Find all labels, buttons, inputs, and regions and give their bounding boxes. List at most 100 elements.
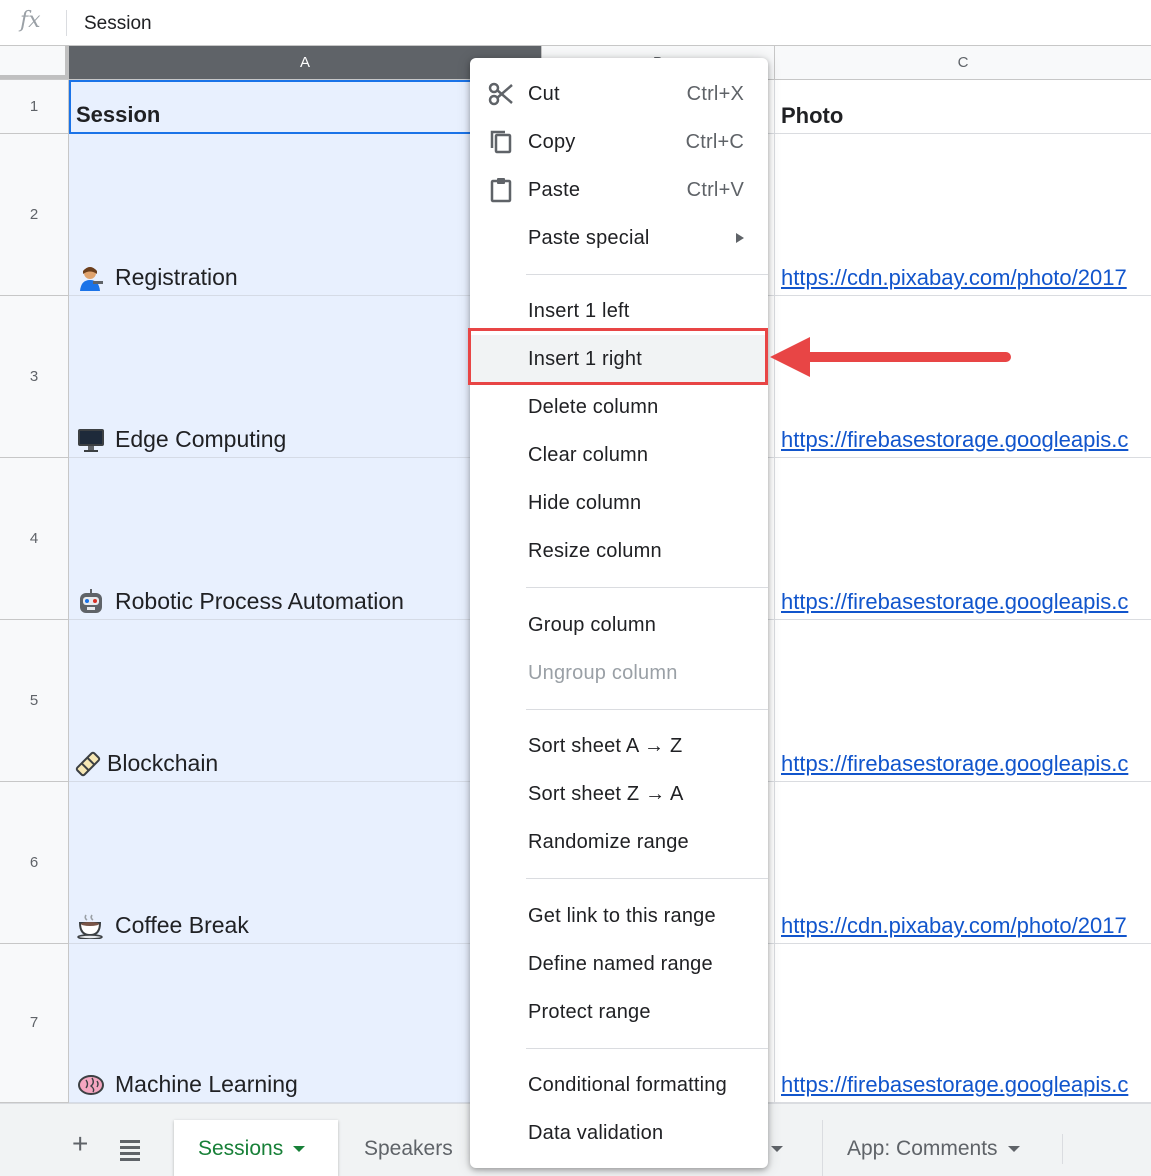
- sheet-tab-label: Speakers: [364, 1137, 453, 1160]
- menu-item-cut[interactable]: Cut Ctrl+X: [470, 70, 768, 118]
- menu-item-define-named-range[interactable]: Define named range: [470, 940, 768, 988]
- menu-item-label: Hide column: [528, 492, 642, 514]
- menu-item-label: Resize column: [528, 540, 662, 562]
- copy-icon: [488, 129, 514, 155]
- menu-divider: [526, 587, 768, 588]
- menu-item-label: Cut: [528, 83, 560, 105]
- cell-c6[interactable]: https://cdn.pixabay.com/photo/2017: [775, 782, 1151, 944]
- sheet-tab-app-comments[interactable]: App: Comments: [822, 1120, 1062, 1176]
- chain-icon: [75, 751, 101, 777]
- menu-item-resize-column[interactable]: Resize column: [470, 527, 768, 575]
- cell-c4[interactable]: https://firebasestorage.googleapis.c: [775, 458, 1151, 620]
- photo-link[interactable]: https://cdn.pixabay.com/photo/2017: [781, 913, 1127, 939]
- menu-item-label: Sort sheet Z → A: [528, 783, 684, 805]
- menu-divider: [526, 1048, 768, 1049]
- menu-item-label: Group column: [528, 614, 657, 636]
- menu-divider: [526, 709, 768, 710]
- select-all-corner[interactable]: [0, 46, 69, 79]
- menu-item-label: Protect range: [528, 1001, 651, 1023]
- row-header-3[interactable]: 3: [0, 296, 69, 458]
- sheet-tab-sessions[interactable]: Sessions: [174, 1120, 338, 1176]
- menu-item-hide-column[interactable]: Hide column: [470, 479, 768, 527]
- column-header-c[interactable]: C: [775, 46, 1151, 79]
- add-sheet-button[interactable]: +: [72, 1130, 88, 1158]
- menu-item-label: Randomize range: [528, 831, 689, 853]
- menu-item-label: Data validation: [528, 1122, 664, 1144]
- menu-item-label: Ungroup column: [528, 662, 678, 684]
- cell-c7[interactable]: https://firebasestorage.googleapis.c: [775, 944, 1151, 1103]
- row-header-6[interactable]: 6: [0, 782, 69, 944]
- photo-link[interactable]: https://firebasestorage.googleapis.c: [781, 751, 1128, 777]
- menu-item-randomize-range[interactable]: Randomize range: [470, 818, 768, 866]
- annotation-highlight-box: [468, 328, 768, 385]
- menu-item-label: Delete column: [528, 396, 659, 418]
- cell-text: Edge Computing: [115, 426, 287, 452]
- photo-link[interactable]: https://firebasestorage.googleapis.c: [781, 1072, 1128, 1098]
- menu-item-data-validation[interactable]: Data validation: [470, 1109, 768, 1157]
- menu-item-label: Copy: [528, 131, 576, 153]
- column-context-menu: Cut Ctrl+X Copy Ctrl+C Paste Ctrl+V Past…: [470, 58, 768, 1168]
- menu-item-shortcut: Ctrl+V: [686, 179, 744, 201]
- menu-item-label: Clear column: [528, 444, 649, 466]
- menu-item-shortcut: Ctrl+X: [686, 83, 744, 105]
- menu-item-protect-range[interactable]: Protect range: [470, 988, 768, 1036]
- annotation-arrow-icon: [770, 337, 1011, 377]
- cell-text: Machine Learning: [115, 1071, 298, 1097]
- brain-icon: [77, 1072, 107, 1098]
- menu-item-clear-column[interactable]: Clear column: [470, 431, 768, 479]
- menu-item-sort-a-z[interactable]: Sort sheet A → Z: [470, 722, 768, 770]
- fx-icon: fx: [20, 8, 41, 33]
- menu-item-label: Define named range: [528, 953, 713, 975]
- row-header-1[interactable]: 1: [0, 80, 69, 134]
- photo-link[interactable]: https://cdn.pixabay.com/photo/2017: [781, 265, 1127, 291]
- cell-text: Robotic Process Automation: [115, 588, 404, 614]
- chevron-down-icon: [1007, 1146, 1020, 1153]
- formula-bar: fx Session: [0, 0, 1151, 46]
- cell-c5[interactable]: https://firebasestorage.googleapis.c: [775, 620, 1151, 782]
- menu-item-label: Sort sheet A → Z: [528, 735, 683, 757]
- menu-item-ungroup-column: Ungroup column: [470, 649, 768, 697]
- formula-divider: [66, 10, 67, 36]
- cell-text: Session: [76, 102, 161, 127]
- menu-divider: [526, 274, 768, 275]
- chevron-down-icon: [770, 1146, 783, 1153]
- chevron-down-icon: [293, 1146, 306, 1153]
- submenu-arrow-icon: [736, 233, 744, 243]
- photo-link[interactable]: https://firebasestorage.googleapis.c: [781, 589, 1128, 615]
- tab-divider: [1062, 1134, 1063, 1164]
- cell-text: Photo: [781, 103, 844, 128]
- sheet-tab-label: App: Comments: [847, 1137, 998, 1160]
- cell-text: Coffee Break: [115, 912, 249, 938]
- clipboard-icon: [488, 177, 514, 203]
- cell-text: Registration: [115, 264, 238, 290]
- menu-item-sort-z-a[interactable]: Sort sheet Z → A: [470, 770, 768, 818]
- row-header-4[interactable]: 4: [0, 458, 69, 620]
- row-header-7[interactable]: 7: [0, 944, 69, 1103]
- menu-item-label: Get link to this range: [528, 905, 716, 927]
- menu-item-label: Conditional formatting: [528, 1074, 727, 1096]
- cell-c2[interactable]: https://cdn.pixabay.com/photo/2017: [775, 134, 1151, 296]
- all-sheets-icon[interactable]: [120, 1140, 140, 1164]
- menu-item-paste[interactable]: Paste Ctrl+V: [470, 166, 768, 214]
- menu-item-label: Paste special: [528, 227, 650, 249]
- menu-item-paste-special[interactable]: Paste special: [470, 214, 768, 262]
- formula-input[interactable]: Session: [84, 13, 152, 35]
- menu-item-shortcut: Ctrl+C: [685, 131, 744, 153]
- menu-divider: [526, 878, 768, 879]
- row-header-2[interactable]: 2: [0, 134, 69, 296]
- cell-c1[interactable]: Photo: [775, 80, 1151, 134]
- scissors-icon: [488, 81, 514, 107]
- photo-link[interactable]: https://firebasestorage.googleapis.c: [781, 427, 1128, 453]
- menu-item-copy[interactable]: Copy Ctrl+C: [470, 118, 768, 166]
- row-header-5[interactable]: 5: [0, 620, 69, 782]
- robot-icon: [77, 588, 107, 615]
- person-at-desk-icon: [77, 265, 107, 291]
- menu-item-conditional-formatting[interactable]: Conditional formatting: [470, 1061, 768, 1109]
- monitor-icon: [77, 427, 107, 453]
- menu-item-delete-column[interactable]: Delete column: [470, 383, 768, 431]
- menu-item-get-link[interactable]: Get link to this range: [470, 892, 768, 940]
- menu-item-group-column[interactable]: Group column: [470, 601, 768, 649]
- cell-text: Blockchain: [107, 750, 219, 776]
- menu-item-label: Paste: [528, 179, 581, 201]
- coffee-icon: [77, 913, 107, 939]
